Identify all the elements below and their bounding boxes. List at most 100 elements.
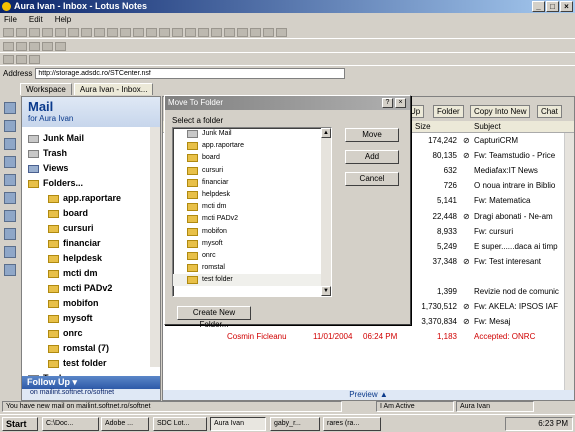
folder-list-scrollbar[interactable]: ▲ ▼: [321, 128, 331, 296]
bookmark-icon[interactable]: [4, 174, 16, 186]
toolbar-button[interactable]: [3, 54, 14, 64]
toolbar-button[interactable]: [198, 27, 209, 37]
menu-help[interactable]: Help: [55, 13, 71, 26]
toolbar-button[interactable]: [120, 27, 131, 37]
toolbar-button[interactable]: [94, 27, 105, 37]
folder-list-item[interactable]: Junk Mail: [173, 128, 331, 140]
toolbar-button[interactable]: [263, 27, 274, 37]
bookmark-icon[interactable]: [4, 246, 16, 258]
nav-title[interactable]: Mail: [28, 99, 154, 114]
bookmark-icon[interactable]: [4, 156, 16, 168]
folder-list-item[interactable]: mysoft: [173, 238, 331, 250]
bookmark-icon[interactable]: [4, 210, 16, 222]
taskbar-button[interactable]: rares (ra...: [323, 417, 381, 431]
nav-item-views[interactable]: Views: [28, 161, 160, 176]
toolbar-button[interactable]: [107, 27, 118, 37]
size-column-header[interactable]: Size: [415, 122, 431, 131]
folder-list-item[interactable]: board: [173, 152, 331, 164]
toolbar-button[interactable]: [3, 27, 14, 37]
forward-icon[interactable]: [16, 41, 27, 51]
nav-folder[interactable]: mysoft: [28, 311, 160, 326]
folder-list-item[interactable]: cursuri: [173, 165, 331, 177]
toolbar-button[interactable]: [211, 27, 222, 37]
maximize-button[interactable]: □: [546, 1, 559, 12]
folder-list-item[interactable]: romstal: [173, 262, 331, 274]
folder-button[interactable]: Folder: [433, 105, 464, 118]
nav-folder[interactable]: cursuri: [28, 221, 160, 236]
menu-edit[interactable]: Edit: [29, 13, 43, 26]
subject-column-header[interactable]: Subject: [474, 122, 501, 131]
scroll-up-arrow[interactable]: ▲: [321, 128, 331, 138]
toolbar-button[interactable]: [185, 27, 196, 37]
address-input[interactable]: [35, 67, 346, 79]
tab-inbox[interactable]: Aura Ivan - Inbox...: [73, 83, 154, 95]
taskbar-button[interactable]: gaby_r...: [270, 417, 320, 431]
bookmark-icon[interactable]: [4, 228, 16, 240]
taskbar-button[interactable]: Adobe ...: [101, 417, 149, 431]
nav-item-trash[interactable]: Trash: [28, 146, 160, 161]
nav-folder[interactable]: board: [28, 206, 160, 221]
status-user[interactable]: Aura Ivan: [456, 401, 534, 412]
bookmark-icon[interactable]: [4, 138, 16, 150]
nav-folder[interactable]: mcti dm: [28, 266, 160, 281]
folder-list-item[interactable]: app.raportare: [173, 140, 331, 152]
search-icon[interactable]: [55, 41, 66, 51]
bookmark-icon[interactable]: [4, 102, 16, 114]
toolbar-button[interactable]: [237, 27, 248, 37]
taskbar-button[interactable]: C:\Doc...: [42, 417, 99, 431]
folder-list-item[interactable]: mcti PADv2: [173, 213, 331, 225]
nav-folder[interactable]: financiar: [28, 236, 160, 251]
toolbar-button[interactable]: [29, 27, 40, 37]
folder-list[interactable]: Junk Mail app.raportare board cursuri financ…: [172, 127, 332, 297]
refresh-icon[interactable]: [42, 41, 53, 51]
toolbar-button[interactable]: [16, 27, 27, 37]
nav-folder[interactable]: test folder: [28, 356, 160, 371]
toolbar-button[interactable]: [42, 27, 53, 37]
nav-folder[interactable]: romstal (7): [28, 341, 160, 356]
toolbar-button[interactable]: [29, 54, 40, 64]
follow-up-header[interactable]: Follow Up ▾: [22, 376, 160, 389]
folder-list-item[interactable]: mcti dm: [173, 201, 331, 213]
nav-folder[interactable]: mobifon: [28, 296, 160, 311]
table-row[interactable]: Cosmin Ficleanu 11/01/2004 06:24 PM 1,183 Ac…: [163, 329, 574, 344]
folder-list-item[interactable]: onrc: [173, 250, 331, 262]
stop-icon[interactable]: [29, 41, 40, 51]
menu-file[interactable]: File: [4, 13, 17, 26]
back-icon[interactable]: [3, 41, 14, 51]
toolbar-button[interactable]: [81, 27, 92, 37]
toolbar-button[interactable]: [55, 27, 66, 37]
taskbar-button[interactable]: SDC Lot...: [153, 417, 207, 431]
nav-folder[interactable]: onrc: [28, 326, 160, 341]
folder-list-item[interactable]: financiar: [173, 177, 331, 189]
copy-into-new-button[interactable]: Copy Into New: [470, 105, 531, 118]
toolbar-button[interactable]: [172, 27, 183, 37]
nav-folder[interactable]: app.raportare: [28, 191, 160, 206]
nav-scrollbar[interactable]: [150, 127, 160, 367]
add-button[interactable]: Add: [345, 150, 399, 164]
toolbar-button[interactable]: [224, 27, 235, 37]
scroll-down-arrow[interactable]: ▼: [321, 286, 331, 296]
close-button[interactable]: ×: [560, 1, 573, 12]
bookmark-icon[interactable]: [4, 120, 16, 132]
nav-folder[interactable]: mcti PADv2: [28, 281, 160, 296]
dialog-close-button[interactable]: ×: [395, 98, 406, 108]
nav-item-folders[interactable]: Folders...: [28, 176, 160, 191]
start-button[interactable]: Start: [2, 417, 38, 431]
toolbar-button[interactable]: [68, 27, 79, 37]
preview-toggle[interactable]: Preview ▲: [163, 390, 574, 400]
folder-list-item[interactable]: helpdesk: [173, 189, 331, 201]
help-button[interactable]: ?: [382, 98, 393, 108]
bookmark-icon[interactable]: [4, 192, 16, 204]
toolbar-button[interactable]: [133, 27, 144, 37]
folder-list-item[interactable]: test folder: [173, 274, 331, 287]
status-message[interactable]: You have new mail on mailint.softnet.ro/…: [2, 401, 342, 412]
cancel-button[interactable]: Cancel: [345, 172, 399, 186]
tab-workspace[interactable]: Workspace: [20, 83, 72, 95]
taskbar-button[interactable]: Aura Ivan: [210, 417, 266, 431]
chat-button[interactable]: Chat: [537, 105, 562, 118]
move-button[interactable]: Move: [345, 128, 399, 142]
folder-list-item[interactable]: mobifon: [173, 226, 331, 238]
toolbar-button[interactable]: [146, 27, 157, 37]
nav-folder[interactable]: helpdesk: [28, 251, 160, 266]
toolbar-button[interactable]: [276, 27, 287, 37]
